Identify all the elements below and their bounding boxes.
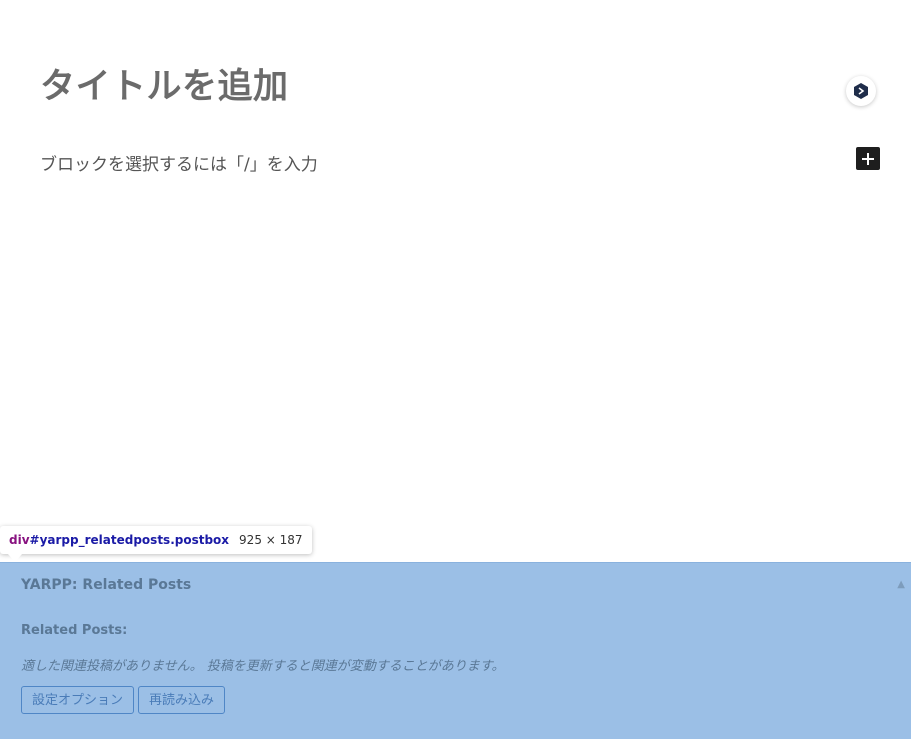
hexagon-arrow-icon (854, 83, 868, 99)
triangle-up-icon[interactable]: ▲ (897, 579, 905, 590)
inspector-tag: div (9, 533, 30, 547)
inspector-dimensions: 925 × 187 (239, 533, 303, 547)
related-posts-label: Related Posts: (21, 623, 128, 638)
add-block-button[interactable] (856, 147, 880, 170)
editor-page: タイトルを追加 ブロックを選択するには「/」を入力 div #yarpp_rela… (0, 0, 911, 739)
related-posts-empty-message: 適した関連投稿がありません。 投稿を更新すると関連が変動することがあります。 (21, 659, 505, 674)
reload-button[interactable]: 再読み込み (138, 686, 226, 714)
post-title-input[interactable]: タイトルを追加 (40, 58, 289, 109)
block-placeholder-text[interactable]: ブロックを選択するには「/」を入力 (40, 150, 318, 175)
metabox-title: YARPP: Related Posts (21, 577, 192, 593)
extension-badge-button[interactable] (846, 76, 876, 106)
inspector-selector: #yarpp_relatedposts.postbox (29, 533, 230, 547)
settings-options-button[interactable]: 設定オプション (21, 686, 135, 714)
plus-icon (862, 152, 874, 165)
yarpp-related-posts-metabox: YARPP: Related Posts ▲ Related Posts: 適し… (0, 562, 911, 739)
inspector-tooltip-arrow (8, 554, 22, 562)
devtools-inspector-tooltip: div #yarpp_relatedposts.postbox 925 × 187 (0, 526, 312, 554)
